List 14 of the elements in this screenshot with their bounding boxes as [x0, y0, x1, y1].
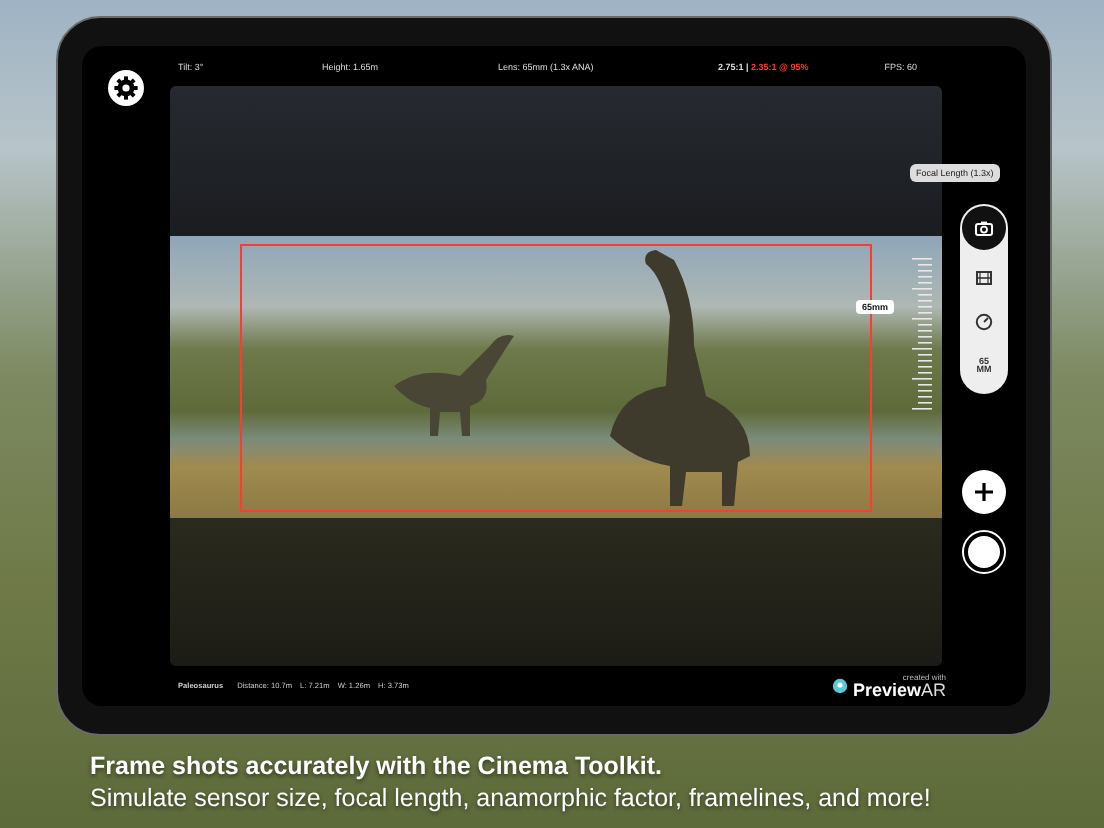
film-icon [974, 268, 994, 288]
ruler-icon [912, 258, 932, 410]
dinosaur-drawing [394, 335, 514, 436]
subheadline: Simulate sensor size, focal length, anamorphic factor, framelines, and more! [90, 784, 933, 812]
camera-tool-button[interactable] [962, 206, 1006, 250]
plus-icon [974, 482, 994, 502]
gauge-icon [974, 312, 994, 332]
headline: Frame shots accurately with the Cinema Toolkit. [90, 752, 664, 780]
shutter-button[interactable] [964, 532, 1004, 572]
settings-icon[interactable] [108, 70, 144, 106]
logo-wordmark: PreviewAR [852, 681, 946, 699]
camera-icon [974, 218, 994, 238]
add-button[interactable] [962, 470, 1006, 514]
logo-icon [832, 678, 849, 694]
